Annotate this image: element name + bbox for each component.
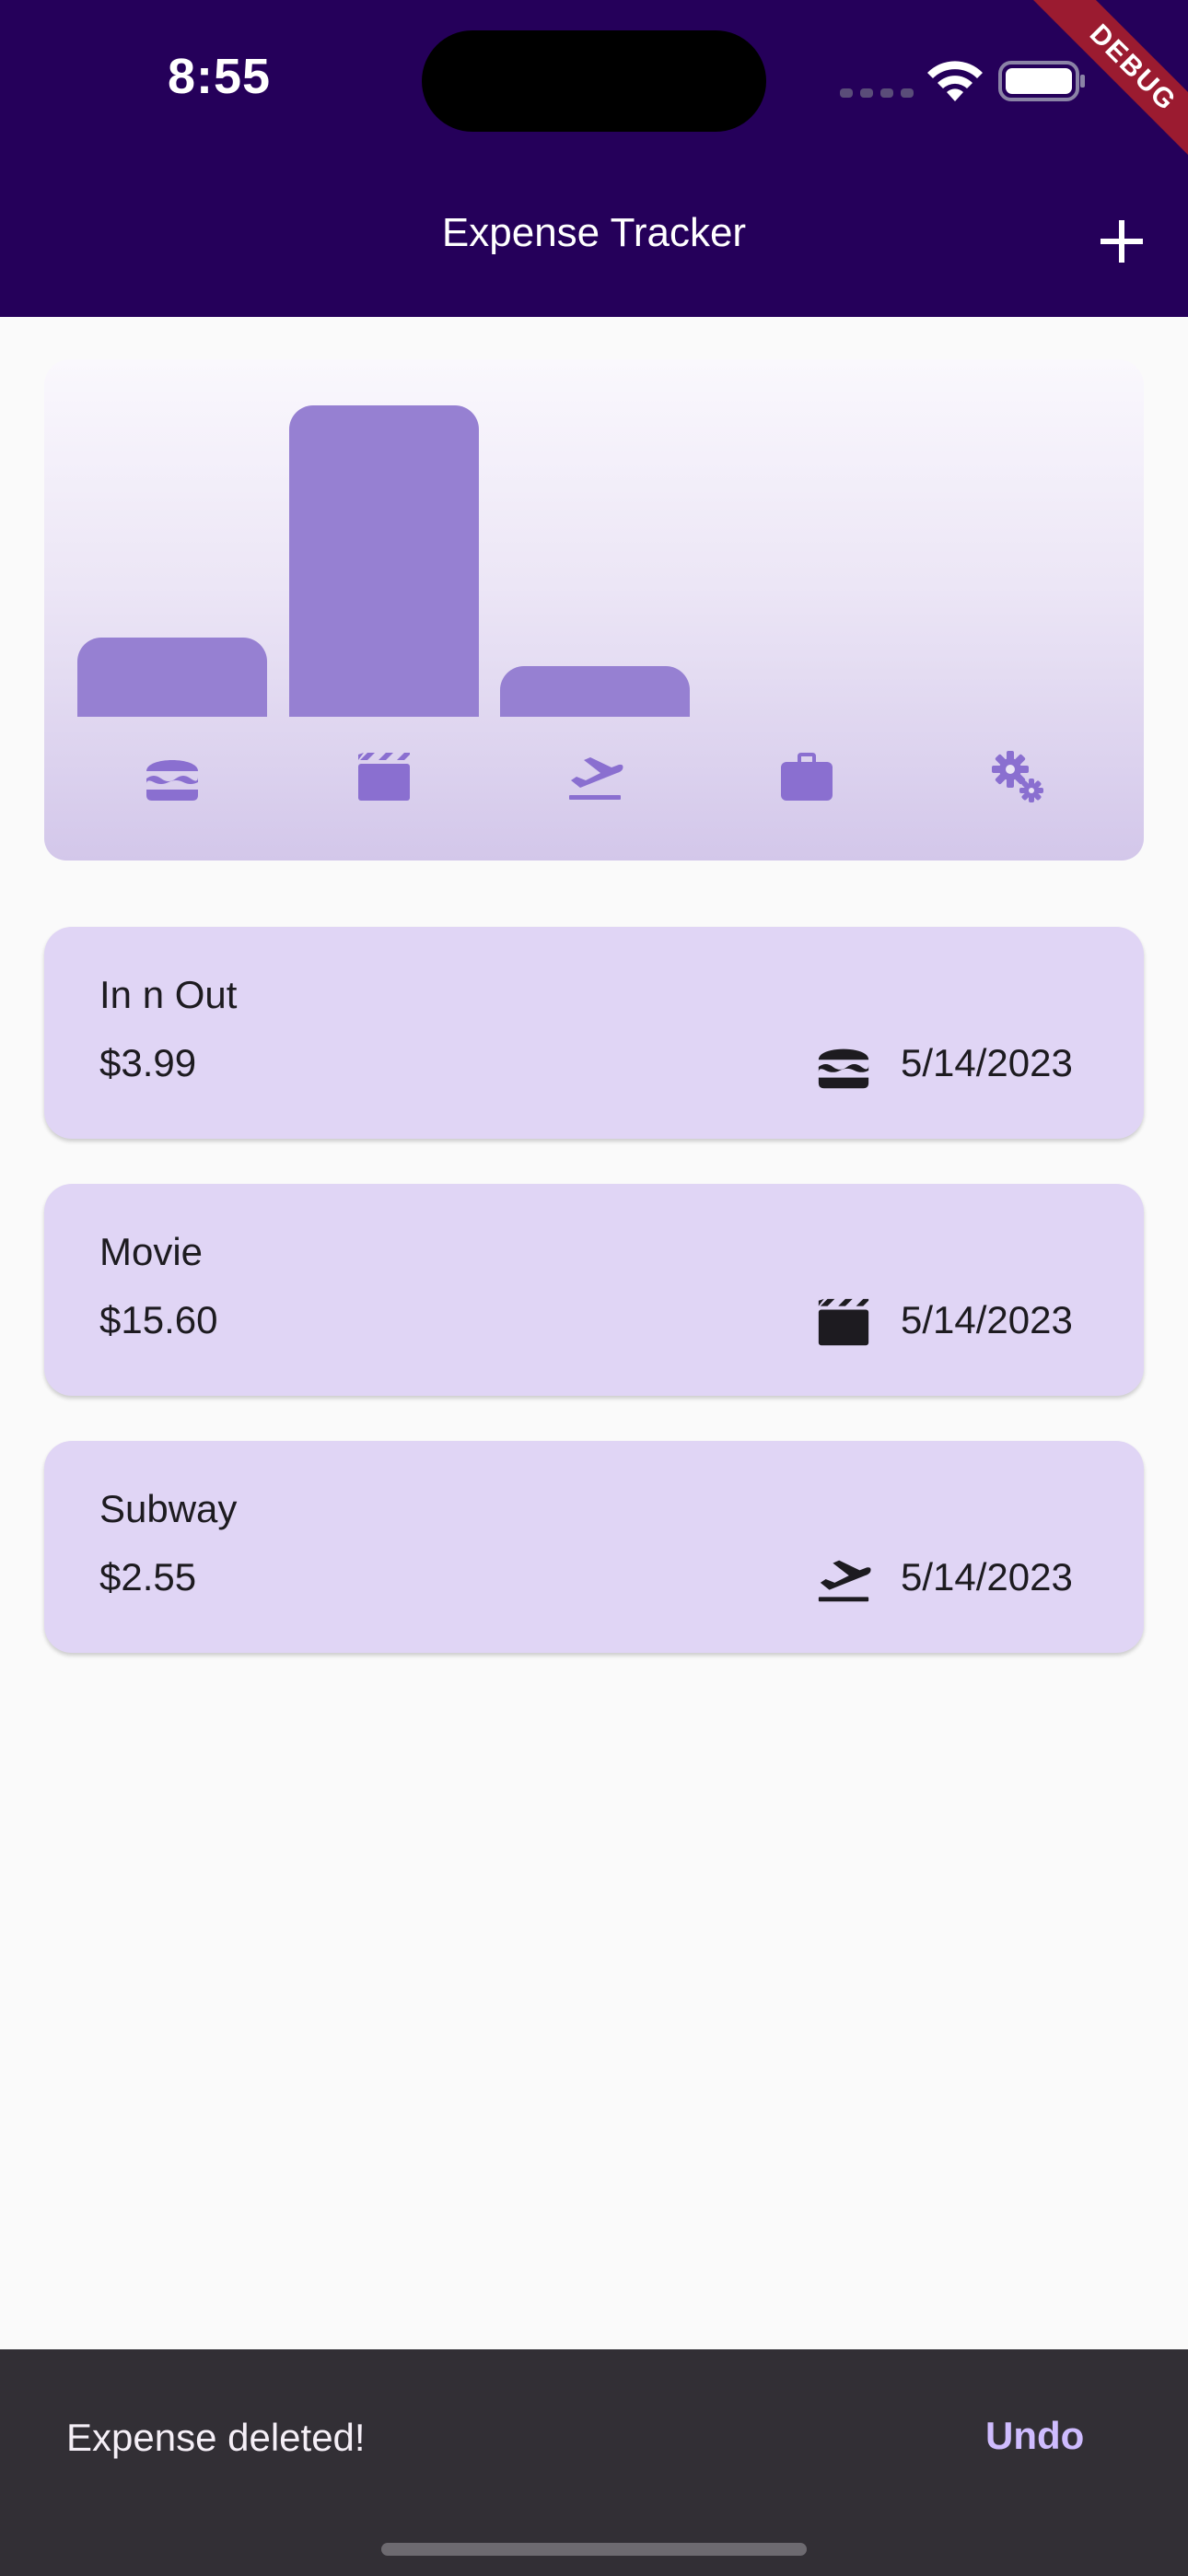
expense-amount: $3.99 [99, 1041, 197, 1084]
chart-category-travel [563, 744, 627, 809]
chart-bar-leisure [288, 405, 479, 717]
expense-date: 5/14/2023 [901, 1555, 1073, 1598]
signal-dots-icon [840, 88, 914, 98]
app-header: 8:55 DEBUG Expense Tracker [0, 0, 1188, 317]
chart-category-work [775, 744, 839, 809]
expense-item[interactable]: Movie $15.60 5/14/2023 [44, 1184, 1144, 1396]
chart-category-settings [985, 744, 1050, 809]
expense-amount: $15.60 [99, 1298, 218, 1341]
plus-icon [1101, 220, 1143, 263]
status-time: 8:55 [168, 49, 272, 104]
chart-category-leisure [352, 744, 416, 809]
wifi-icon [927, 61, 983, 101]
expense-date: 5/14/2023 [901, 1298, 1073, 1341]
hamburger-icon [146, 760, 198, 801]
expense-chart [44, 359, 1144, 861]
clapperboard-icon [357, 753, 410, 801]
dynamic-island [422, 30, 766, 132]
chart-category-food [140, 744, 204, 809]
undo-button[interactable]: Undo [985, 2414, 1084, 2458]
clapperboard-icon [818, 1298, 869, 1346]
hamburger-icon [814, 1036, 873, 1095]
add-expense-button[interactable] [1094, 214, 1149, 269]
flight-takeoff-icon [569, 757, 623, 800]
clapperboard-icon [814, 1293, 873, 1352]
snackbar-message: Expense deleted! [66, 2416, 366, 2459]
expense-amount: $2.55 [99, 1555, 197, 1598]
chart-category-icons [77, 744, 1111, 809]
briefcase-icon [780, 753, 833, 801]
debug-banner-label: DEBUG [1019, 0, 1188, 175]
expense-title: Subway [99, 1487, 238, 1530]
gears-icon [992, 751, 1043, 802]
chart-bar-food [77, 637, 267, 717]
expense-date: 5/14/2023 [901, 1041, 1073, 1084]
debug-banner: DEBUG [1013, 0, 1188, 175]
chart-bars [77, 359, 1111, 717]
page-title: Expense Tracker [441, 210, 747, 255]
snackbar: Expense deleted! Undo [0, 2349, 1188, 2576]
home-indicator [381, 2543, 807, 2556]
expense-item[interactable]: Subway $2.55 5/14/2023 [44, 1441, 1144, 1653]
expense-item[interactable]: In n Out $3.99 5/14/2023 [44, 927, 1144, 1139]
expense-title: Movie [99, 1230, 204, 1273]
hamburger-icon [818, 1048, 869, 1089]
expense-title: In n Out [99, 973, 238, 1016]
flight-takeoff-icon [818, 1560, 871, 1602]
chart-bar-travel [500, 665, 690, 717]
flight-takeoff-icon [814, 1550, 873, 1609]
